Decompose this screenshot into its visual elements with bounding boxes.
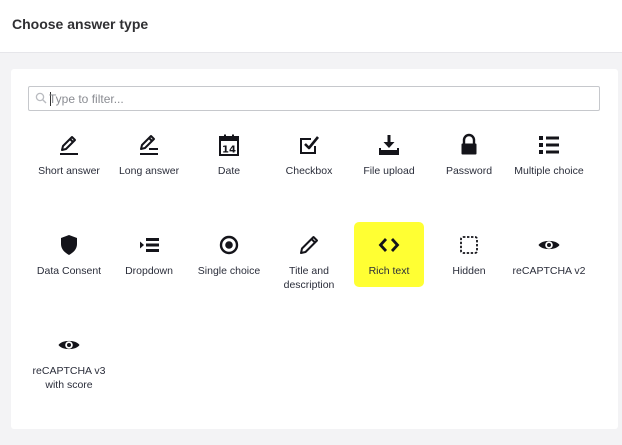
- calendar-day: 14: [222, 145, 236, 156]
- answer-type-recaptcha-v2[interactable]: reCAPTCHA v2: [509, 233, 589, 313]
- calendar-icon: 14: [219, 134, 239, 156]
- filter-field[interactable]: [28, 86, 600, 111]
- answer-type-title-and-description[interactable]: Title and description: [269, 233, 349, 313]
- answer-type-data-consent[interactable]: Data Consent: [29, 233, 109, 313]
- answer-type-recaptcha-v3[interactable]: reCAPTCHA v3 with score: [29, 333, 109, 413]
- answer-type-multiple-choice[interactable]: Multiple choice: [509, 133, 589, 213]
- answer-type-label: Multiple choice: [514, 165, 584, 177]
- eye-icon: [538, 240, 560, 250]
- code-icon: [378, 238, 400, 252]
- eye-icon: [58, 340, 80, 350]
- answer-type-label: Date: [217, 165, 241, 177]
- answer-type-date[interactable]: 14 Date: [189, 133, 269, 213]
- answer-type-single-choice[interactable]: Single choice: [189, 233, 269, 313]
- list-icon: [539, 136, 559, 154]
- answer-type-label: Password: [445, 165, 493, 177]
- answer-type-file-upload[interactable]: File upload: [349, 133, 429, 213]
- answer-type-long-answer[interactable]: Long answer: [109, 133, 189, 213]
- answer-type-label: Title and description: [283, 265, 335, 291]
- pen-lines-icon: [140, 135, 158, 155]
- answer-type-label: Rich text: [368, 265, 410, 277]
- answer-type-label: Data Consent: [36, 265, 102, 277]
- checkbox-icon: [300, 136, 320, 154]
- answer-type-checkbox[interactable]: Checkbox: [269, 133, 349, 213]
- answer-type-label: Dropdown: [125, 265, 173, 277]
- answer-type-label: Long answer: [118, 165, 180, 177]
- filter-input[interactable]: [49, 89, 589, 108]
- answer-type-label: File upload: [363, 165, 415, 177]
- pen-line-icon: [60, 136, 78, 155]
- answer-type-label: reCAPTCHA v2: [512, 265, 586, 277]
- dashed-square-icon: [460, 236, 478, 254]
- answer-type-hidden[interactable]: Hidden: [429, 233, 509, 313]
- dropdown-list-icon: [140, 238, 159, 252]
- answer-type-panel: Short answer Long answer 14 Date: [11, 69, 618, 429]
- upload-icon: [379, 135, 399, 155]
- search-icon: [35, 92, 47, 104]
- answer-type-short-answer[interactable]: Short answer: [29, 133, 109, 213]
- pencil-icon: [300, 236, 318, 254]
- answer-type-password[interactable]: Password: [429, 133, 509, 213]
- answer-type-rich-text[interactable]: Rich text: [349, 233, 429, 313]
- shield-icon: [61, 235, 77, 255]
- answer-type-label: Single choice: [197, 265, 261, 277]
- radio-icon: [219, 235, 239, 255]
- dialog-title: Choose answer type: [12, 16, 149, 32]
- answer-type-label: Hidden: [452, 265, 486, 277]
- lock-icon: [461, 133, 477, 155]
- answer-type-label: Checkbox: [285, 165, 333, 177]
- answer-type-label: reCAPTCHA v3 with score: [32, 365, 106, 391]
- answer-type-label: Short answer: [38, 165, 100, 177]
- dialog-header: Choose answer type: [0, 0, 622, 53]
- answer-type-dropdown[interactable]: Dropdown: [109, 233, 189, 313]
